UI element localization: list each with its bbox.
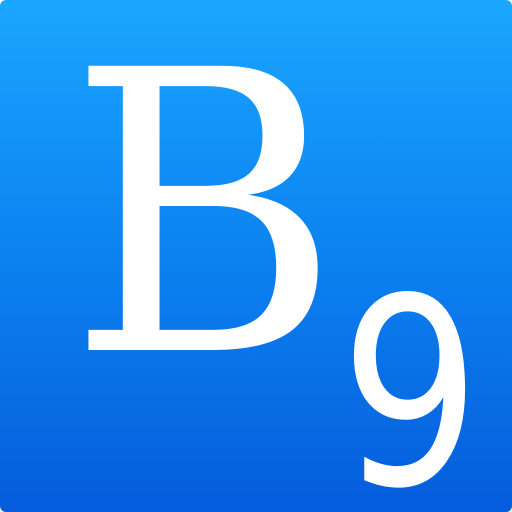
icon-letter: B: [68, 0, 341, 442]
icon-subscript-number: 9: [340, 244, 481, 512]
app-icon-tile: B 9: [0, 0, 512, 512]
